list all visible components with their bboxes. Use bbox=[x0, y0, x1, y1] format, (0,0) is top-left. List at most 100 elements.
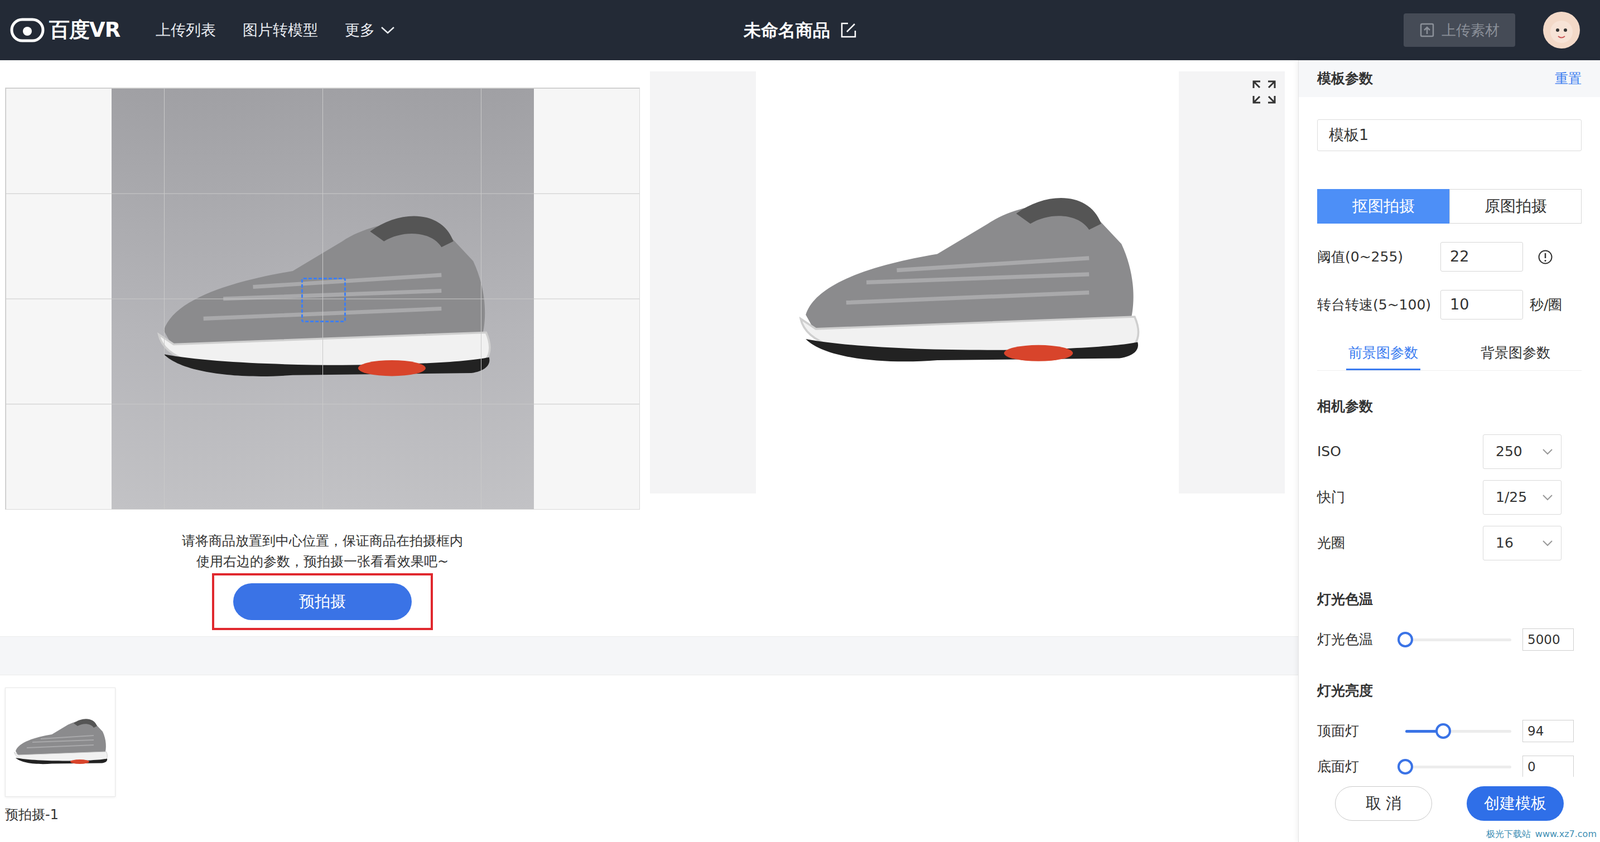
param-sections: 相机参数ISO250快门1/25光圈16灯光色温灯光色温5000灯光亮度顶面灯9… bbox=[1317, 395, 1590, 778]
mode-option[interactable]: 原图拍摄 bbox=[1449, 189, 1582, 224]
focus-marker bbox=[301, 277, 346, 323]
thumbnail-list: 预拍摄-1 bbox=[0, 675, 1299, 838]
slider-value-input[interactable]: 94 bbox=[1522, 720, 1574, 744]
cancel-button[interactable]: 取 消 bbox=[1335, 786, 1433, 822]
slider-row: 灯光色温 5000 bbox=[1317, 627, 1590, 653]
logo-text: 百度VR bbox=[49, 14, 120, 46]
param-tab-label: 前景图参数 bbox=[1346, 336, 1421, 371]
select-value: 1/25 bbox=[1495, 487, 1527, 509]
param-field: 转台转速(5~100)10秒/圈 bbox=[1317, 290, 1590, 320]
param-select[interactable]: 250 bbox=[1482, 434, 1562, 470]
param-select[interactable]: 1/25 bbox=[1482, 480, 1562, 515]
field-label: 阈值(0~255) bbox=[1317, 246, 1441, 268]
main-area: 请将商品放置到中心位置，保证商品在拍摄框内使用右边的参数，预拍摄一张看看效果吧~… bbox=[0, 60, 1600, 842]
section-title: 相机参数 bbox=[1317, 395, 1590, 418]
param-tab-label: 背景图参数 bbox=[1478, 336, 1553, 371]
camera-photo bbox=[111, 88, 534, 510]
separator bbox=[0, 636, 1299, 676]
row-label: 顶面灯 bbox=[1317, 720, 1406, 742]
row-label: 底面灯 bbox=[1317, 756, 1406, 778]
avatar-icon[interactable] bbox=[1543, 11, 1580, 49]
nav-menu-label: 上传列表 bbox=[155, 18, 216, 42]
nav-menu-label: 图片转模型 bbox=[242, 18, 318, 42]
field-unit: 秒/圈 bbox=[1529, 294, 1563, 316]
field-label: 转台转速(5~100) bbox=[1317, 294, 1441, 316]
slider-track[interactable] bbox=[1405, 730, 1512, 734]
select-row: ISO 250 bbox=[1317, 434, 1590, 470]
camera-grid bbox=[5, 88, 640, 510]
workspace: 请将商品放置到中心位置，保证商品在拍摄框内使用右边的参数，预拍摄一张看看效果吧~… bbox=[0, 60, 1299, 842]
slider-knob[interactable] bbox=[1397, 759, 1414, 775]
panel-header: 模板参数重置 bbox=[1298, 60, 1600, 98]
field-input[interactable]: 22 bbox=[1440, 242, 1524, 272]
row-label: 光圈 bbox=[1317, 532, 1346, 554]
product-title-text: 未命名商品 bbox=[743, 17, 831, 44]
nav-menu-item[interactable]: 图片转模型 bbox=[242, 18, 318, 42]
param-select[interactable]: 16 bbox=[1482, 526, 1562, 561]
param-tab[interactable]: 前景图参数 bbox=[1317, 336, 1450, 371]
chevron-down-icon bbox=[1541, 448, 1554, 456]
select-value: 250 bbox=[1495, 441, 1523, 463]
param-tab[interactable]: 背景图参数 bbox=[1449, 336, 1582, 371]
create-template-button[interactable]: 创建模板 bbox=[1466, 786, 1564, 822]
row-label: 灯光色温 bbox=[1317, 629, 1406, 651]
preview-image bbox=[755, 71, 1179, 494]
slider-knob[interactable] bbox=[1435, 723, 1452, 740]
nav-menu-label: 更多 bbox=[344, 18, 375, 42]
field-input[interactable]: 10 bbox=[1440, 290, 1524, 320]
upload-icon bbox=[1419, 22, 1435, 38]
pre-shoot-button[interactable]: 预拍摄 bbox=[233, 583, 412, 621]
result-preview bbox=[649, 71, 1285, 494]
slider-knob[interactable] bbox=[1397, 632, 1414, 648]
select-row: 光圈 16 bbox=[1317, 526, 1590, 561]
select-row: 快门 1/25 bbox=[1317, 480, 1590, 515]
info-icon[interactable] bbox=[1537, 249, 1554, 265]
row-label: 快门 bbox=[1317, 487, 1346, 509]
nav-right: 上传素材 bbox=[856, 11, 1591, 49]
param-section: 灯光亮度顶面灯 94 底面灯 0 bbox=[1317, 680, 1590, 778]
slider-row: 底面灯 0 bbox=[1317, 754, 1590, 778]
preview-row: 请将商品放置到中心位置，保证商品在拍摄框内使用右边的参数，预拍摄一张看看效果吧~… bbox=[0, 60, 1299, 637]
template-name-input[interactable]: 模板1 bbox=[1317, 119, 1582, 152]
param-tabs: 前景图参数 背景图参数 bbox=[1317, 336, 1582, 371]
hint-line: 使用右边的参数，预拍摄一张看看效果吧~ bbox=[181, 551, 464, 573]
section-title: 灯光色温 bbox=[1317, 588, 1590, 611]
hint-line: 请将商品放置到中心位置，保证商品在拍摄框内 bbox=[181, 531, 464, 552]
mode-option[interactable]: 抠图拍摄 bbox=[1317, 189, 1450, 224]
upload-button: 上传素材 bbox=[1403, 13, 1516, 47]
select-value: 16 bbox=[1495, 532, 1514, 554]
watermark: 极光下载站www.xz7.com bbox=[1486, 827, 1597, 842]
chevron-down-icon bbox=[380, 25, 395, 35]
camera-view bbox=[5, 87, 640, 510]
capture-panel: 请将商品放置到中心位置，保证商品在拍摄框内使用右边的参数，预拍摄一张看看效果吧~… bbox=[5, 87, 640, 631]
reset-link[interactable]: 重置 bbox=[1554, 68, 1582, 89]
slider-track[interactable] bbox=[1405, 765, 1512, 769]
watermark-text: 极光下载站 bbox=[1486, 827, 1531, 842]
slider-value-input[interactable]: 5000 bbox=[1522, 628, 1574, 652]
product-title[interactable]: 未命名商品 bbox=[743, 17, 857, 44]
slider-track[interactable] bbox=[1405, 638, 1512, 642]
param-section: 相机参数 ISO 250 快门 1/25 光圈 16 bbox=[1317, 395, 1590, 561]
fullscreen-icon[interactable] bbox=[1251, 79, 1277, 105]
top-navbar: 百度VR 上传列表 图片转模型 更多 未命名商品 上传素材 bbox=[0, 0, 1600, 61]
logo[interactable]: 百度VR bbox=[10, 14, 120, 46]
preview-band bbox=[1178, 71, 1285, 494]
slider-value-input[interactable]: 0 bbox=[1522, 755, 1574, 778]
section-title: 灯光亮度 bbox=[1317, 680, 1590, 703]
logo-icon bbox=[10, 17, 45, 43]
mode-toggle: 抠图拍摄原图拍摄 bbox=[1317, 189, 1582, 224]
row-label: ISO bbox=[1317, 441, 1342, 463]
nav-menu-item[interactable]: 更多 bbox=[344, 18, 395, 42]
preview-band bbox=[649, 71, 756, 494]
capture-hint: 请将商品放置到中心位置，保证商品在拍摄框内使用右边的参数，预拍摄一张看看效果吧~ bbox=[181, 531, 464, 573]
upload-label: 上传素材 bbox=[1441, 19, 1500, 42]
nav-menu-item[interactable]: 上传列表 bbox=[155, 18, 216, 42]
highlight-box: 预拍摄 bbox=[211, 573, 433, 631]
slider-row: 顶面灯 94 bbox=[1317, 719, 1590, 744]
edit-icon bbox=[840, 21, 857, 39]
chevron-down-icon bbox=[1541, 494, 1554, 501]
template-panel: 模板参数重置模板1抠图拍摄原图拍摄阈值(0~255)22转台转速(5~100)1… bbox=[1298, 60, 1600, 842]
thumbnail[interactable]: 预拍摄-1 bbox=[5, 687, 116, 826]
nav-left: 百度VR 上传列表 图片转模型 更多 bbox=[10, 14, 744, 46]
param-section: 灯光色温灯光色温5000 bbox=[1317, 588, 1590, 653]
